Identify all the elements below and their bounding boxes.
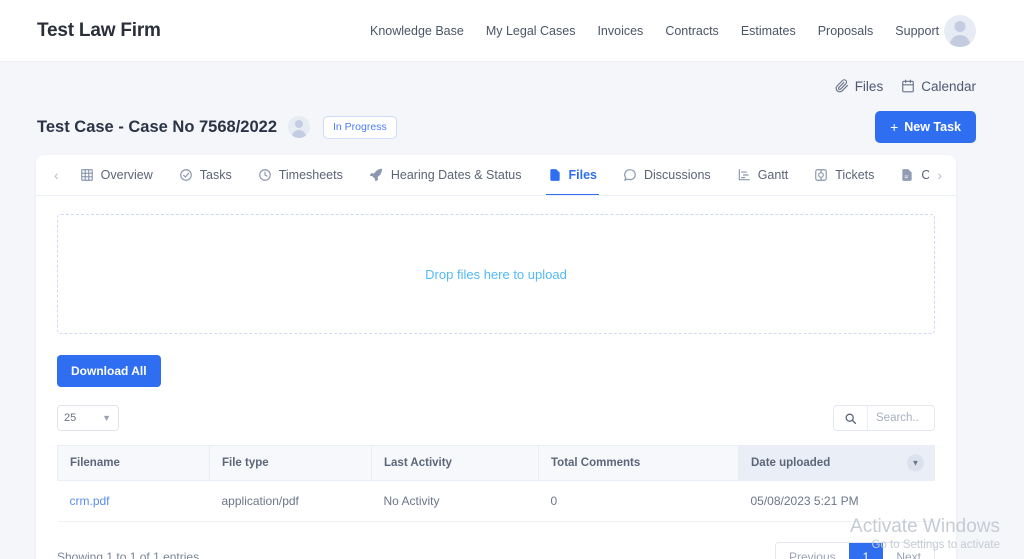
- file-link[interactable]: crm.pdf: [70, 494, 110, 508]
- chat-bubble-icon: [623, 168, 637, 182]
- tab-timesheets-label: Timesheets: [278, 167, 343, 182]
- chevron-left-icon[interactable]: ‹: [46, 167, 67, 183]
- files-table-body: crm.pdf application/pdf No Activity 0 05…: [57, 480, 935, 522]
- tab-contracts[interactable]: Contracts: [887, 155, 929, 195]
- case-detail-card: ‹ Overview Tasks Timesheets Hearing Date…: [36, 155, 956, 559]
- pagination-page-1-button[interactable]: 1: [848, 543, 884, 559]
- pagination: Previous 1 Next: [774, 542, 935, 559]
- chevron-right-icon[interactable]: ›: [929, 167, 950, 183]
- new-task-button-label: New Task: [904, 120, 961, 134]
- app-page: Test Law Firm Knowledge Base My Legal Ca…: [0, 0, 1024, 559]
- calendar-icon: [901, 79, 915, 93]
- top-navigation-bar: Test Law Firm Knowledge Base My Legal Ca…: [0, 0, 1024, 62]
- tab-gantt-label: Gantt: [757, 167, 789, 182]
- entries-per-page-select[interactable]: 25 ▼: [57, 405, 119, 431]
- gantt-chart-icon: [737, 168, 751, 182]
- contract-document-icon: [900, 168, 914, 182]
- paperclip-icon: [835, 79, 849, 93]
- pagination-previous-button[interactable]: Previous: [775, 543, 849, 559]
- nav-link-my-legal-cases[interactable]: My Legal Cases: [486, 24, 576, 38]
- tab-overview-label: Overview: [100, 167, 153, 182]
- utility-link-files[interactable]: Files: [835, 78, 884, 94]
- check-circle-icon: [179, 168, 193, 182]
- status-badge[interactable]: In Progress: [323, 115, 397, 139]
- column-header-date-uploaded[interactable]: Date uploaded ▼: [738, 445, 935, 481]
- user-avatar-icon[interactable]: [944, 14, 976, 47]
- brand-title: Test Law Firm: [37, 19, 161, 41]
- rocket-icon: [369, 167, 384, 182]
- search-box: [833, 405, 935, 431]
- search-input[interactable]: [868, 406, 934, 430]
- new-task-button[interactable]: + New Task: [875, 111, 976, 143]
- cell-file-type: application/pdf: [209, 480, 372, 522]
- tab-tasks[interactable]: Tasks: [166, 155, 245, 195]
- ticket-icon: [814, 168, 828, 182]
- column-header-filename[interactable]: Filename: [57, 445, 210, 481]
- tab-gantt[interactable]: Gantt: [724, 155, 802, 195]
- cell-total-comments: 0: [538, 480, 739, 522]
- tab-tickets-label: Tickets: [835, 167, 875, 182]
- avatar-head-shape: [954, 20, 966, 32]
- table-header-row: Filename File type Last Activity Total C…: [57, 445, 935, 481]
- tab-files[interactable]: Files: [535, 155, 611, 195]
- column-header-total-comments[interactable]: Total Comments: [538, 445, 739, 481]
- cell-last-activity: No Activity: [371, 480, 539, 522]
- utility-link-calendar-label: Calendar: [921, 78, 976, 94]
- nav-link-proposals[interactable]: Proposals: [818, 24, 874, 38]
- nav-link-contracts[interactable]: Contracts: [665, 24, 719, 38]
- avatar-head-shape: [295, 120, 303, 128]
- pagination-next-button[interactable]: Next: [883, 543, 934, 559]
- page-title: Test Case - Case No 7568/2022: [37, 117, 277, 136]
- tab-tasks-label: Tasks: [199, 167, 232, 182]
- utility-link-files-label: Files: [854, 78, 884, 94]
- entries-per-page-value: 25: [64, 412, 77, 424]
- tab-timesheets[interactable]: Timesheets: [245, 155, 356, 195]
- tab-tickets[interactable]: Tickets: [801, 155, 887, 195]
- chevron-down-icon: ▼: [102, 413, 111, 423]
- tab-bar: ‹ Overview Tasks Timesheets Hearing Date…: [36, 155, 956, 196]
- plus-icon: +: [890, 119, 899, 135]
- nav-link-support[interactable]: Support: [895, 24, 939, 38]
- utility-link-calendar[interactable]: Calendar: [901, 79, 976, 94]
- tab-hearing-dates-status-label: Hearing Dates & Status: [390, 167, 522, 182]
- tab-discussions-label: Discussions: [644, 167, 711, 182]
- files-table-head: Filename File type Last Activity Total C…: [57, 445, 935, 481]
- chevron-down-icon[interactable]: ▼: [907, 454, 924, 472]
- column-header-date-uploaded-label: Date uploaded: [751, 457, 831, 469]
- column-header-last-activity[interactable]: Last Activity: [371, 445, 539, 481]
- case-header-row: Test Case - Case No 7568/2022 In Progres…: [0, 102, 1024, 146]
- column-header-file-type[interactable]: File type: [209, 445, 372, 481]
- nav-link-estimates[interactable]: Estimates: [741, 24, 796, 38]
- tab-files-label: Files: [568, 167, 598, 182]
- cell-date-uploaded: 05/08/2023 5:21 PM: [738, 480, 935, 522]
- nav-link-invoices[interactable]: Invoices: [597, 24, 643, 38]
- clock-icon: [258, 168, 272, 182]
- tab-overview[interactable]: Overview: [67, 155, 166, 195]
- files-panel: Drop files here to upload Download All 2…: [36, 196, 956, 559]
- files-table: Filename File type Last Activity Total C…: [57, 445, 935, 522]
- utility-links-bar: Files Calendar: [0, 62, 1024, 102]
- tab-list: Overview Tasks Timesheets Hearing Dates …: [67, 155, 929, 195]
- cell-filename: crm.pdf: [57, 480, 210, 522]
- file-dropzone[interactable]: Drop files here to upload: [57, 214, 935, 334]
- showing-entries-text: Showing 1 to 1 of 1 entries: [57, 550, 200, 559]
- search-icon[interactable]: [834, 406, 868, 430]
- table-controls: 25 ▼: [57, 405, 935, 431]
- case-owner-avatar-icon[interactable]: [288, 116, 310, 138]
- nav-link-knowledge-base[interactable]: Knowledge Base: [370, 24, 464, 38]
- tab-hearing-dates-status[interactable]: Hearing Dates & Status: [356, 155, 535, 195]
- avatar-body-shape: [950, 34, 970, 47]
- primary-nav-links: Knowledge Base My Legal Cases Invoices C…: [370, 24, 939, 38]
- table-footer: Showing 1 to 1 of 1 entries Previous 1 N…: [57, 542, 935, 559]
- tab-contracts-label: Contracts: [921, 168, 929, 182]
- table-row[interactable]: crm.pdf application/pdf No Activity 0 05…: [57, 480, 935, 522]
- file-icon: [548, 168, 562, 182]
- file-dropzone-label: Drop files here to upload: [425, 266, 567, 282]
- avatar-body-shape: [292, 130, 306, 138]
- grid-icon: [80, 168, 94, 182]
- download-all-button[interactable]: Download All: [57, 355, 161, 387]
- tab-discussions[interactable]: Discussions: [610, 155, 724, 195]
